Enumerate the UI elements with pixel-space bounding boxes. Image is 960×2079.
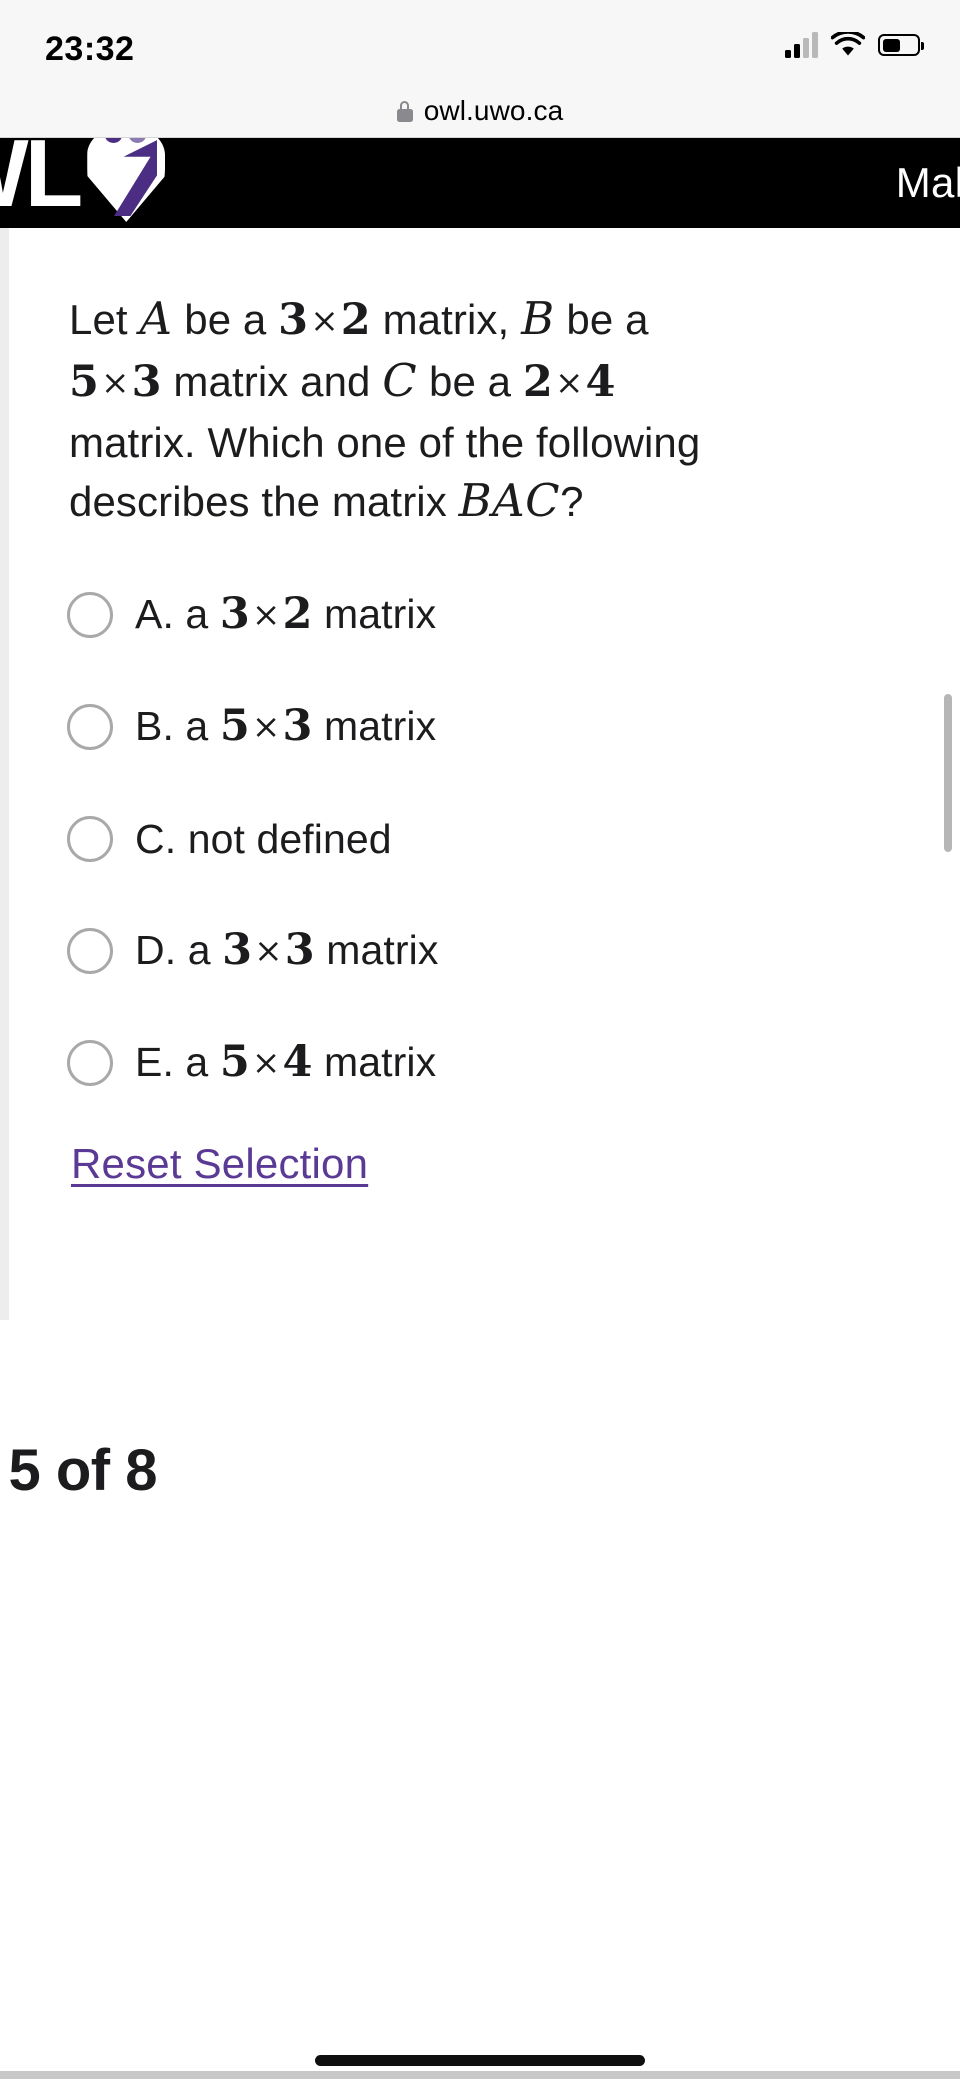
radio-button-d[interactable] [67, 928, 113, 974]
browser-url-bar[interactable]: owl.uwo.ca [0, 85, 960, 138]
battery-icon [878, 34, 924, 56]
url-text: owl.uwo.ca [423, 95, 564, 126]
question-text: Let A be a 3×2 matrix, B be a 5×3 matrix… [69, 292, 701, 527]
option-row[interactable]: C. not defined [67, 804, 887, 874]
reset-selection-link[interactable]: Reset Selection [71, 1140, 368, 1188]
status-bar: 23:32 [0, 0, 960, 85]
horizontal-scroll-gutter [0, 228, 9, 1320]
option-row[interactable]: B. a 5×3 matrix [67, 692, 887, 762]
answer-options-list: A. a 3×2 matrix B. a 5×3 matrix C. not d… [67, 580, 887, 1140]
option-label-c: C. not defined [135, 816, 392, 862]
radio-button-c[interactable] [67, 816, 113, 862]
header-user-name[interactable]: Maha [896, 159, 960, 207]
western-owl-shield-logo-icon [87, 138, 166, 222]
logo-text: WL [0, 138, 83, 227]
question-card: Let A be a 3×2 matrix, B be a 5×3 matrix… [9, 228, 960, 1320]
radio-button-e[interactable] [67, 1040, 113, 1086]
option-row[interactable]: E. a 5×4 matrix [67, 1028, 887, 1098]
lock-icon [396, 100, 413, 122]
wifi-icon [830, 30, 866, 58]
option-row[interactable]: D. a 3×3 matrix [67, 916, 887, 986]
option-label-e: E. a 5×4 matrix [135, 1036, 437, 1087]
option-row[interactable]: A. a 3×2 matrix [67, 580, 887, 650]
status-indicators [785, 30, 924, 58]
part-progress-label: rt 5 of 8 [0, 1438, 158, 1503]
cellular-signal-icon [785, 32, 818, 58]
bottom-toolbar [0, 2071, 960, 2079]
radio-button-b[interactable] [67, 704, 113, 750]
status-time: 23:32 [45, 30, 135, 68]
option-label-b: B. a 5×3 matrix [135, 700, 437, 751]
home-indicator[interactable] [315, 2055, 645, 2066]
main-content: Let A be a 3×2 matrix, B be a 5×3 matrix… [0, 228, 960, 1548]
option-label-a: A. a 3×2 matrix [135, 588, 437, 639]
radio-button-a[interactable] [67, 592, 113, 638]
site-header: WL Maha [0, 138, 960, 228]
site-logo[interactable]: WL [0, 138, 166, 228]
option-label-d: D. a 3×3 matrix [135, 924, 439, 975]
vertical-scrollbar[interactable] [944, 694, 952, 852]
